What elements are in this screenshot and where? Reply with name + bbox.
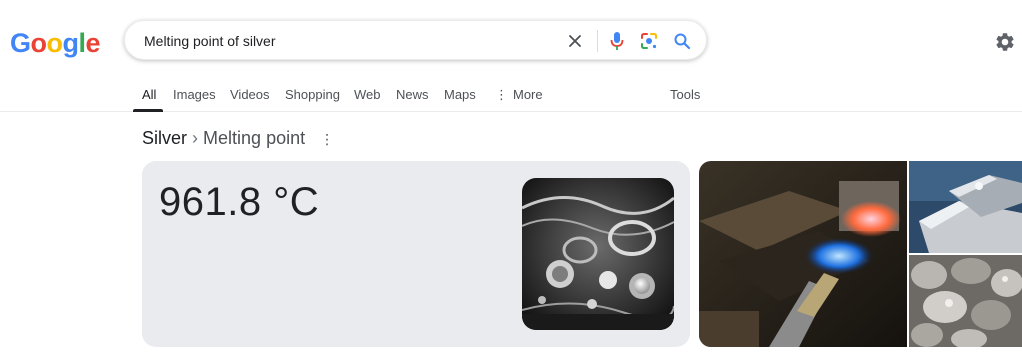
breadcrumb-entity[interactable]: Silver — [142, 128, 187, 148]
lens-icon[interactable] — [637, 29, 661, 53]
more-options-icon[interactable]: ⋮ — [320, 131, 334, 148]
tab-more-label: More — [513, 87, 543, 102]
google-logo[interactable]: Google — [10, 28, 101, 59]
search-tabs: All Images Videos Shopping Web News Maps… — [0, 84, 1022, 112]
breadcrumb: Silver › Melting point ⋮ — [142, 128, 334, 149]
silver-nuggets-image[interactable] — [909, 255, 1022, 347]
active-tab-indicator — [133, 109, 163, 112]
kebab-icon: ⋮ — [495, 87, 508, 102]
search-box[interactable]: Melting point of silver — [124, 20, 707, 60]
tab-all[interactable]: All — [142, 87, 156, 102]
tab-shopping[interactable]: Shopping — [285, 87, 340, 102]
silver-bars-image[interactable] — [909, 161, 1022, 253]
breadcrumb-attribute: Melting point — [203, 128, 306, 148]
close-icon[interactable] — [563, 29, 587, 53]
tab-tools[interactable]: Tools — [670, 87, 700, 102]
microphone-icon[interactable] — [605, 29, 629, 53]
logo-letter: g — [62, 28, 80, 58]
tab-more[interactable]: ⋮ More — [495, 87, 543, 103]
logo-letter: o — [30, 28, 48, 58]
logo-letter: l — [78, 28, 87, 58]
silver-jewelry-image[interactable] — [522, 178, 674, 330]
logo-letter: e — [85, 28, 101, 58]
search-divider — [597, 30, 598, 52]
breadcrumb-separator: › — [192, 128, 199, 148]
search-input[interactable]: Melting point of silver — [144, 33, 276, 49]
tab-web[interactable]: Web — [354, 87, 381, 102]
silver-melting-torch-image[interactable] — [699, 161, 907, 347]
tab-news[interactable]: News — [396, 87, 429, 102]
melting-point-value: 961.8 °C — [159, 180, 320, 224]
tab-images[interactable]: Images — [173, 87, 216, 102]
answer-card: 961.8 °C — [142, 161, 690, 347]
tab-videos[interactable]: Videos — [230, 87, 270, 102]
logo-letter: o — [46, 28, 64, 58]
tab-maps[interactable]: Maps — [444, 87, 476, 102]
logo-letter: G — [10, 28, 31, 58]
gear-icon[interactable] — [994, 31, 1016, 53]
search-icon[interactable] — [670, 29, 694, 53]
